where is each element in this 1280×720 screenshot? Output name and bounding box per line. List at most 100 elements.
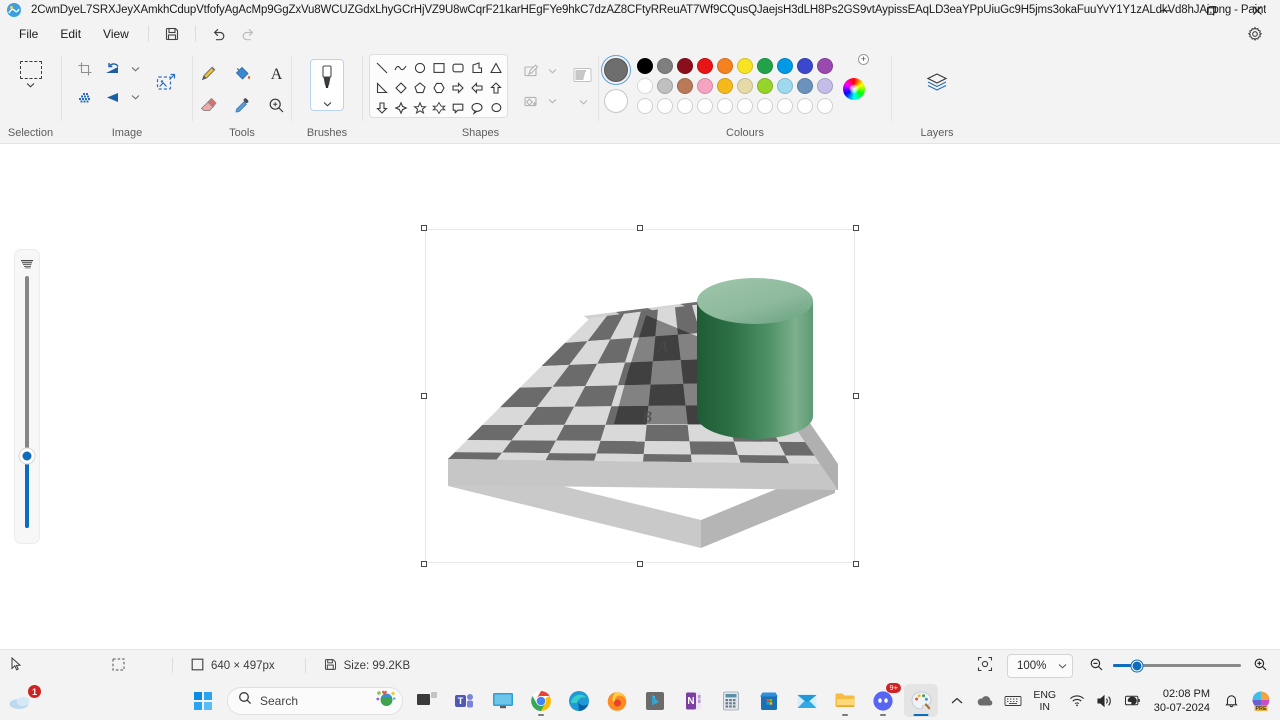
color-swatch[interactable]: [757, 78, 773, 94]
four-point-star-shape-icon[interactable]: [392, 98, 411, 117]
pentagon-shape-icon[interactable]: [411, 78, 430, 98]
color-picker-button[interactable]: +: [843, 54, 869, 100]
color-swatch[interactable]: [797, 78, 813, 94]
search-box[interactable]: Search: [227, 686, 403, 715]
undo-icon[interactable]: [204, 22, 234, 46]
rectangle-shape-icon[interactable]: [430, 58, 449, 78]
secondary-color-swatch[interactable]: [604, 89, 628, 113]
layers-icon[interactable]: [917, 62, 957, 102]
file-explorer-icon[interactable]: [828, 684, 862, 717]
crop-icon[interactable]: [71, 56, 99, 82]
discord-icon[interactable]: 9+: [866, 683, 901, 717]
color-swatch[interactable]: [637, 58, 653, 74]
notification-bell-icon[interactable]: [1218, 685, 1244, 717]
mozilla-firefox-icon[interactable]: [600, 684, 634, 717]
menu-file[interactable]: File: [8, 22, 49, 46]
color-swatch[interactable]: [677, 58, 693, 74]
microsoft-edge-icon[interactable]: [562, 684, 596, 717]
volume-icon[interactable]: [1092, 685, 1118, 717]
arrow-up-shape-icon[interactable]: [486, 78, 505, 98]
selection-handle-sw[interactable]: [421, 561, 427, 567]
rounded-callout-shape-icon[interactable]: [448, 98, 467, 117]
color-swatch[interactable]: [657, 58, 673, 74]
remote-desktop-icon[interactable]: [486, 684, 520, 717]
gear-icon[interactable]: [1240, 22, 1270, 46]
chevron-down-icon[interactable]: [575, 96, 591, 108]
chevron-down-icon[interactable]: [544, 60, 560, 82]
zoom-in-button[interactable]: [1253, 657, 1268, 675]
minimize-button[interactable]: [1142, 0, 1188, 20]
brush-size-slider-track[interactable]: [18, 276, 36, 528]
eyedropper-icon[interactable]: [226, 90, 258, 120]
hexagon-shape-icon[interactable]: [430, 78, 449, 98]
color-swatch[interactable]: [817, 98, 833, 114]
selection-handle-w[interactable]: [421, 393, 427, 399]
fit-to-window-button[interactable]: [977, 656, 993, 675]
selection-handle-nw[interactable]: [421, 225, 427, 231]
google-chrome-icon[interactable]: [524, 684, 558, 717]
close-button[interactable]: [1234, 0, 1280, 20]
shape-outline-icon[interactable]: [518, 60, 544, 82]
color-swatch[interactable]: [737, 58, 753, 74]
mail-icon[interactable]: [790, 684, 824, 717]
shape-thickness-icon[interactable]: [568, 62, 598, 90]
polygon-shape-icon[interactable]: [467, 58, 486, 78]
color-swatch[interactable]: [777, 98, 793, 114]
triangle-shape-icon[interactable]: [486, 58, 505, 78]
color-swatch[interactable]: [817, 78, 833, 94]
color-swatch[interactable]: [737, 78, 753, 94]
task-view-button[interactable]: [410, 684, 444, 717]
start-button[interactable]: [186, 684, 220, 717]
taskbar-clock[interactable]: 02:08 PM 30-07-2024: [1148, 687, 1216, 715]
right-triangle-shape-icon[interactable]: [373, 78, 392, 98]
color-swatch[interactable]: [697, 98, 713, 114]
selection-handle-n[interactable]: [637, 225, 643, 231]
color-swatch[interactable]: [717, 98, 733, 114]
language-indicator[interactable]: ENG IN: [1028, 689, 1062, 713]
flip-icon[interactable]: [99, 84, 127, 110]
chevron-down-icon[interactable]: [127, 56, 143, 82]
microsoft-teams-icon[interactable]: T: [448, 684, 482, 717]
arrow-left-shape-icon[interactable]: [467, 78, 486, 98]
color-swatch[interactable]: [657, 78, 673, 94]
brush-size-slider-thumb[interactable]: [18, 447, 36, 465]
zoom-level-select[interactable]: 100%: [1007, 653, 1073, 678]
cloud-callout-shape-icon[interactable]: [486, 98, 505, 117]
diamond-shape-icon[interactable]: [392, 78, 411, 98]
color-swatch[interactable]: [777, 58, 793, 74]
color-swatch[interactable]: [637, 98, 653, 114]
color-swatch[interactable]: [637, 78, 653, 94]
menu-edit[interactable]: Edit: [49, 22, 92, 46]
chevron-down-icon[interactable]: [318, 99, 336, 109]
microsoft-store-icon[interactable]: [752, 684, 786, 717]
color-swatch[interactable]: [757, 98, 773, 114]
selection-handle-e[interactable]: [853, 393, 859, 399]
resize-image-icon[interactable]: [149, 66, 183, 100]
color-swatch[interactable]: [797, 98, 813, 114]
chevron-down-icon[interactable]: [544, 90, 560, 112]
save-icon[interactable]: [157, 22, 187, 46]
wifi-icon[interactable]: [1064, 685, 1090, 717]
touch-keyboard-icon[interactable]: [1000, 685, 1026, 717]
line-shape-icon[interactable]: [373, 58, 392, 78]
fill-bucket-icon[interactable]: [226, 58, 258, 88]
arrow-down-shape-icon[interactable]: [373, 98, 392, 117]
zoom-out-button[interactable]: [1089, 657, 1104, 675]
redo-icon[interactable]: [234, 22, 264, 46]
primary-color-swatch[interactable]: [601, 55, 631, 85]
menu-view[interactable]: View: [92, 22, 140, 46]
copilot-pre-icon[interactable]: PRE: [1246, 685, 1276, 717]
color-swatch[interactable]: [757, 58, 773, 74]
color-swatch[interactable]: [817, 58, 833, 74]
color-swatch[interactable]: [717, 58, 733, 74]
calculator-icon[interactable]: [714, 684, 748, 717]
zoom-slider[interactable]: [1113, 660, 1241, 671]
chevron-down-icon[interactable]: [127, 84, 143, 110]
brush-selector[interactable]: [310, 59, 344, 111]
image-canvas[interactable]: A B: [425, 229, 855, 563]
battery-icon[interactable]: [1120, 685, 1146, 717]
selection-handle-s[interactable]: [637, 561, 643, 567]
six-point-star-shape-icon[interactable]: [430, 98, 449, 117]
rectangular-selection-icon[interactable]: [9, 54, 53, 96]
eraser-icon[interactable]: [192, 90, 224, 120]
